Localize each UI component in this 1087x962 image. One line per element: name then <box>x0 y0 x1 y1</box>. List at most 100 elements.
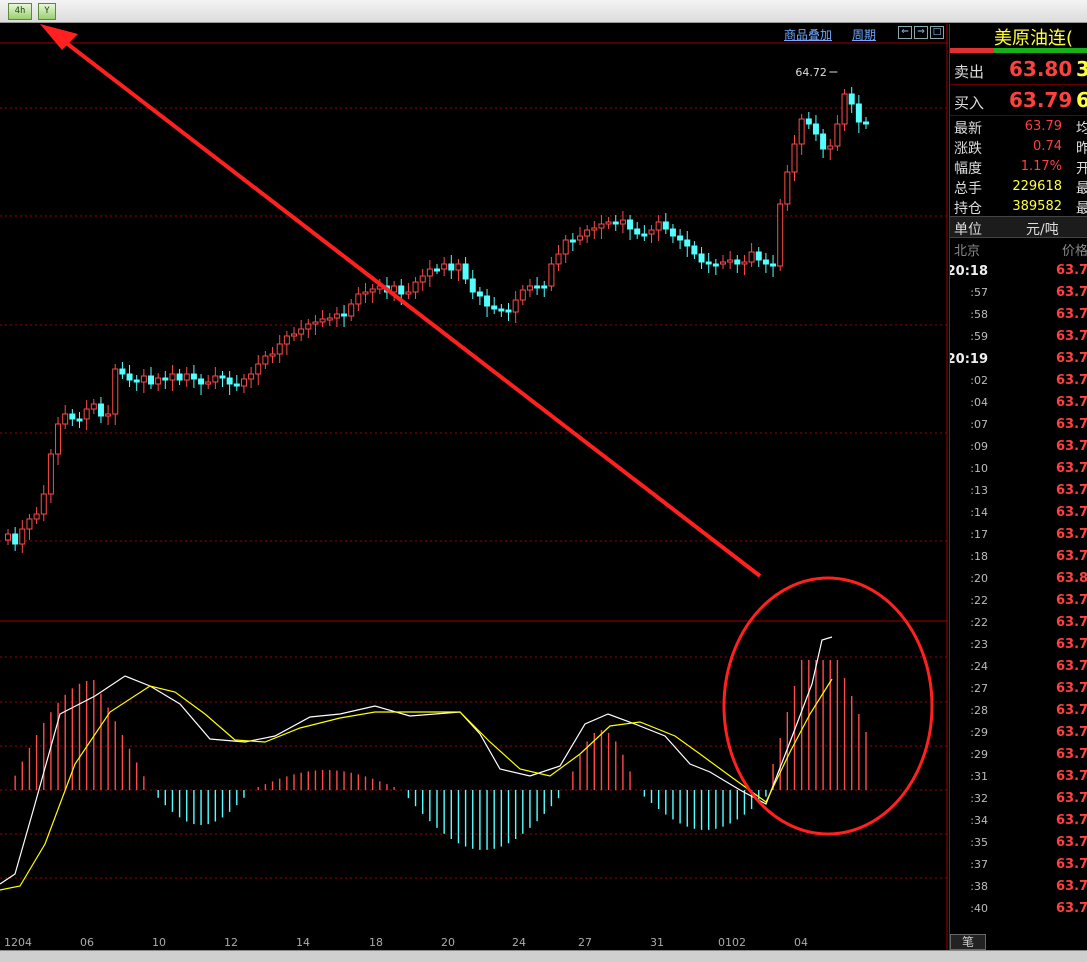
date-axis-label: 24 <box>512 936 526 949</box>
macd-dea-line <box>0 678 833 891</box>
kline-chart-area[interactable]: 64.72 商品叠加 周期 ⇐ ⇒ □ 1204 06 10 12 14 18 20 24 27… <box>0 24 948 950</box>
zoom-icon[interactable]: □ <box>930 26 944 39</box>
candle-body <box>569 239 576 243</box>
tick-row: :13 63.78 <box>950 480 1087 502</box>
ticks-header-time: 北京 <box>954 244 981 259</box>
candle-body <box>112 368 119 415</box>
candle-body <box>820 133 827 150</box>
candle-body <box>434 268 440 272</box>
candle-body <box>784 171 791 205</box>
candle-body <box>712 263 719 267</box>
candle-body <box>541 285 548 289</box>
candle-body <box>705 261 712 265</box>
period-link[interactable]: 周期 <box>852 26 876 43</box>
chart-canvas: 64.72 <box>0 24 948 950</box>
stat-right-label: 最 <box>1076 178 1087 198</box>
candle-body <box>205 381 212 385</box>
tick-row: :22 63.79 <box>950 612 1087 634</box>
candle-body <box>412 281 419 293</box>
candle-body <box>233 383 240 387</box>
stat-label: 最新 <box>954 121 982 137</box>
candle-body <box>448 263 455 271</box>
candle-body <box>469 278 476 293</box>
filter-icon[interactable]: Y <box>38 3 56 20</box>
tick-price: 63.79 <box>1056 417 1087 432</box>
candle-body <box>33 513 40 520</box>
tick-time: :28 <box>970 704 988 717</box>
candle-body <box>40 493 47 515</box>
candle-body <box>162 377 169 381</box>
period-4h-button[interactable]: 4h <box>8 3 32 20</box>
unit-row: 单位 元/吨 <box>950 216 1087 238</box>
candle-body <box>226 377 233 385</box>
candle-body <box>577 235 583 241</box>
stat-row: 幅度 1.17% 开 <box>950 157 1087 177</box>
tick-time: :07 <box>970 418 988 431</box>
candle-body <box>105 413 112 417</box>
tick-time: :20 <box>970 572 988 585</box>
tick-row: :37 63.79 <box>950 854 1087 876</box>
candle-body <box>462 263 469 280</box>
candle-body <box>519 289 526 301</box>
stat-right-label: 昨 <box>1076 138 1087 158</box>
tick-price: 63.79 <box>1056 637 1087 652</box>
candle-body <box>691 245 698 255</box>
candle-body <box>662 221 669 230</box>
candle-body <box>491 305 498 310</box>
candle-body <box>498 308 505 312</box>
product-name: 美原油连( <box>994 28 1074 49</box>
candle-body <box>612 221 619 225</box>
tick-price: 63.79 <box>1056 703 1087 718</box>
candle-body <box>255 363 262 375</box>
candle-body <box>140 375 147 383</box>
candle-body <box>12 533 19 545</box>
tick-price: 63.78 <box>1056 483 1087 498</box>
tab-ticks[interactable]: 笔 <box>950 934 986 950</box>
tick-price: 63.79 <box>1056 725 1087 740</box>
candle-body <box>90 403 97 410</box>
candle-body <box>684 239 691 247</box>
buy-volume: 6 <box>1076 88 1087 112</box>
overlay-commodity-link[interactable]: 商品叠加 <box>784 26 832 43</box>
tick-row: :14 63.78 <box>950 502 1087 524</box>
candle-body <box>69 413 76 420</box>
candle-body <box>648 229 655 235</box>
candle-body <box>212 375 219 383</box>
candle-body <box>47 453 54 495</box>
candle-body <box>26 518 33 530</box>
tick-time: :14 <box>970 506 988 519</box>
tick-price: 63.79 <box>1056 901 1087 916</box>
candle-body <box>248 373 255 380</box>
date-axis-label: 31 <box>650 936 664 949</box>
candle-body <box>455 263 462 271</box>
candle-body <box>827 145 834 150</box>
candle-body <box>727 259 734 263</box>
stat-label: 持仓 <box>954 201 982 217</box>
scroll-right-icon[interactable]: ⇒ <box>914 26 928 39</box>
tick-time: :02 <box>970 374 988 387</box>
candle-body <box>798 118 805 145</box>
high-price-label: 64.72 <box>795 66 827 79</box>
candle-body <box>855 103 862 123</box>
tick-time: :37 <box>970 858 988 871</box>
tick-row: :20 63.80 <box>950 568 1087 590</box>
tick-time: :59 <box>970 330 988 343</box>
date-axis-label: 04 <box>794 936 808 949</box>
tick-row: :28 63.79 <box>950 700 1087 722</box>
tick-time: :22 <box>970 616 988 629</box>
candle-body <box>369 288 376 293</box>
tick-price: 63.78 <box>1056 307 1087 322</box>
stat-row: 最新 63.79 均 <box>950 117 1087 137</box>
tick-row: 20:19 63.79 <box>950 348 1087 370</box>
candle-body <box>777 203 784 267</box>
stat-right-label: 开 <box>1076 158 1087 178</box>
unit-value: 元/吨 <box>1026 222 1059 238</box>
sell-price: 63.80 <box>1009 57 1073 81</box>
tick-row: :32 63.79 <box>950 788 1087 810</box>
candle-body <box>262 355 269 365</box>
stat-value: 1.17% <box>1020 159 1062 174</box>
scroll-left-icon[interactable]: ⇐ <box>898 26 912 39</box>
stat-label: 幅度 <box>954 161 982 177</box>
macd-dif-line <box>0 636 833 885</box>
date-axis-label: 06 <box>80 936 94 949</box>
